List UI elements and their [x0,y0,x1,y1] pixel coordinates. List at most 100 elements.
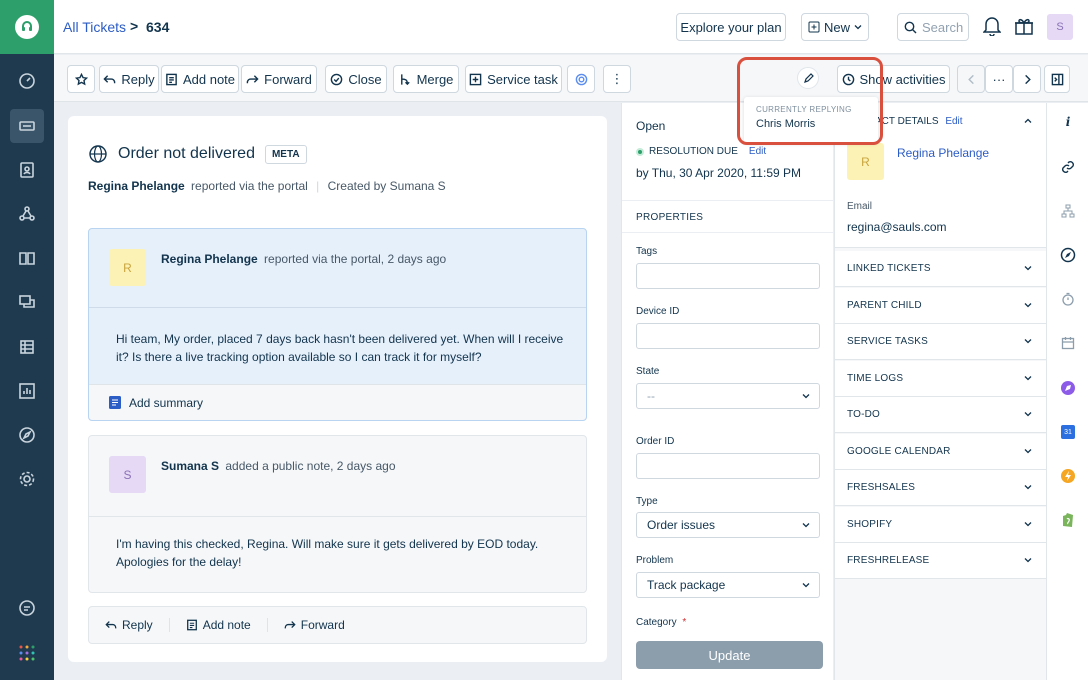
chevron-down-icon [802,583,810,588]
google-calendar-day: 31 [1061,425,1075,439]
section-label: GOOGLE CALENDAR [847,446,951,457]
section-parent-child[interactable]: PARENT CHILD [835,288,1046,324]
author-action: reported via the portal, 2 days ago [264,252,447,266]
ticket-title-row: Order not delivered META [88,144,307,164]
type-value: Order issues [647,518,716,532]
section-freshsales[interactable]: FRESHSALES [835,470,1046,506]
reply-button[interactable]: Reply [99,65,159,93]
freshdesk-logo[interactable] [0,0,54,54]
state-label: State [636,366,660,377]
top-header: All Tickets > 634 Explore your plan New … [54,0,1088,54]
tags-input[interactable] [636,263,820,289]
author-name[interactable]: Regina Phelange [161,252,258,266]
bottom-forward-button[interactable]: Forward [268,618,361,632]
info-icon[interactable]: i [1059,113,1077,131]
prev-ticket-button[interactable] [957,65,985,93]
add-note-button[interactable]: Add note [161,65,239,93]
assets-icon[interactable] [10,330,44,364]
avatar: R [109,249,146,286]
section-freshrelease[interactable]: FRESHRELEASE [835,543,1046,579]
section-label: TO-DO [847,409,881,420]
google-calendar-icon[interactable]: 31 [1059,423,1077,441]
app-integration-button[interactable] [567,65,595,93]
contacts-icon[interactable] [10,153,44,187]
bottom-reply-button[interactable]: Reply [89,618,170,632]
type-select[interactable]: Order issues [636,512,820,538]
note-icon [186,619,197,631]
section-time-logs[interactable]: TIME LOGS [835,361,1046,397]
bottom-add-note-button[interactable]: Add note [170,618,268,632]
highlight-box [737,57,883,145]
status-dot [636,147,644,156]
contact-name[interactable]: Regina Phelange [897,146,989,160]
ticket-id: 634 [146,19,170,35]
device-id-input[interactable] [636,323,820,349]
requester-name[interactable]: Regina Phelange [88,179,185,193]
state-select[interactable]: -- [636,383,820,409]
timer-icon[interactable] [1059,290,1077,308]
bell-icon[interactable] [982,16,1002,39]
explore-plan-button[interactable]: Explore your plan [676,13,786,41]
properties-heading: PROPERTIES [636,212,704,223]
user-avatar[interactable]: S [1047,14,1073,40]
settings-icon[interactable] [10,462,44,496]
conversation-panel: Order not delivered META Regina Phelange… [68,116,607,662]
merge-button[interactable]: Merge [393,65,459,93]
groups-icon[interactable] [10,197,44,231]
gift-icon[interactable] [1014,16,1034,39]
reply-label: Reply [121,71,155,87]
ticket-toolbar: Reply Add note Forward Close Merge Servi… [54,55,1088,102]
ticket-nav-more-button[interactable]: ··· [985,65,1013,93]
rocket-app-icon[interactable] [1059,379,1077,397]
ticket-subheading: Regina Phelange reported via the portal … [88,179,446,193]
link-icon[interactable] [1059,158,1077,176]
section-google-calendar[interactable]: GOOGLE CALENDAR [835,434,1046,470]
next-ticket-button[interactable] [1013,65,1041,93]
avatar: S [109,456,146,493]
requester-via: reported via the portal [191,179,308,193]
bottom-add-note-label: Add note [202,618,251,632]
close-ticket-button[interactable]: Close [325,65,387,93]
apps-grid-icon[interactable] [10,636,44,670]
section-service-tasks[interactable]: SERVICE TASKS [835,324,1046,360]
knowledge-base-icon[interactable] [10,241,44,275]
breadcrumb-all-tickets[interactable]: All Tickets [63,19,126,35]
freshsales-icon[interactable] [1059,467,1077,485]
edit-due-link[interactable]: Edit [749,146,766,157]
new-button[interactable]: New [801,13,869,41]
shopify-icon[interactable] [1059,511,1077,529]
update-button[interactable]: Update [636,641,823,669]
forums-icon[interactable] [10,285,44,319]
hierarchy-icon[interactable] [1059,202,1077,220]
chevron-up-icon[interactable] [1024,117,1032,125]
compass-icon[interactable] [1059,246,1077,264]
reply-icon [103,74,116,83]
explore-plan-label: Explore your plan [680,19,782,35]
section-shopify[interactable]: SHOPIFY [835,507,1046,543]
section-linked-tickets[interactable]: LINKED TICKETS [835,251,1046,287]
edit-contact-link[interactable]: Edit [945,116,962,127]
author-name[interactable]: Sumana S [161,459,219,473]
problem-select[interactable]: Track package [636,572,820,598]
forward-button[interactable]: Forward [241,65,317,93]
star-button[interactable] [67,65,95,93]
explore-icon[interactable] [10,418,44,452]
chevron-right-icon [1024,74,1031,84]
bottom-reply-label: Reply [122,618,153,632]
add-summary-button[interactable]: Add summary [89,384,586,420]
globe-app-icon [575,73,587,85]
service-task-button[interactable]: Service task [465,65,562,93]
calendar-icon[interactable] [1059,334,1077,352]
reports-icon[interactable] [10,374,44,408]
dashboard-icon[interactable] [10,64,44,98]
toggle-sidebar-button[interactable] [1044,65,1070,93]
tickets-icon[interactable] [10,109,44,143]
order-id-input[interactable] [636,453,820,479]
section-to-do[interactable]: TO-DO [835,397,1046,433]
more-actions-button[interactable]: ⋮ [603,65,631,93]
chat-icon[interactable] [10,591,44,625]
reply-bar: Reply Add note Forward [88,606,587,644]
headset-icon [15,15,39,39]
search-input[interactable]: Search [897,13,969,41]
section-label: FRESHRELEASE [847,555,930,566]
